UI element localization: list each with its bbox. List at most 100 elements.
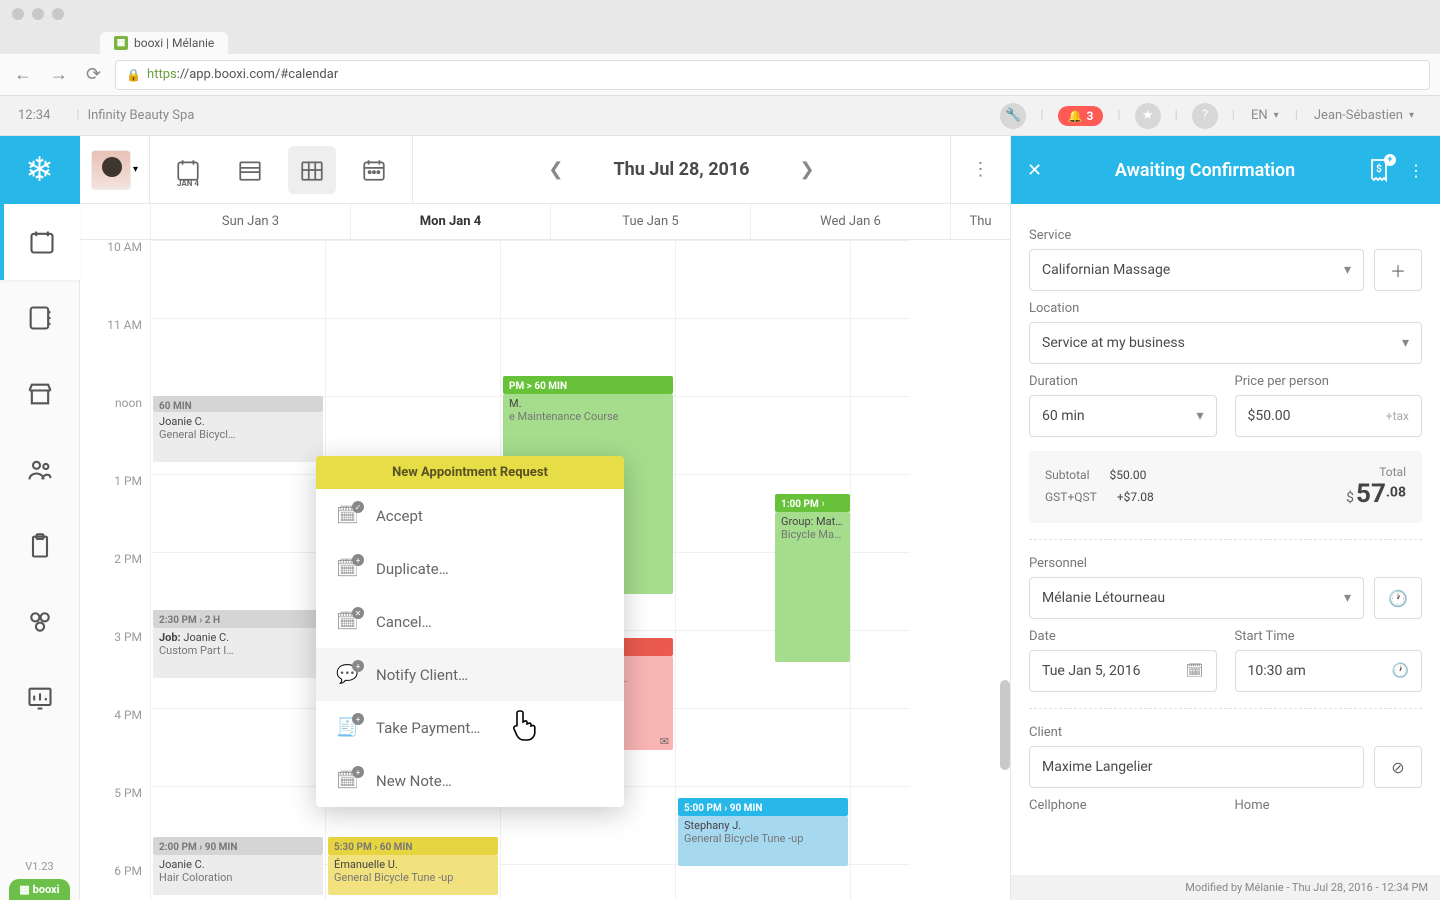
new-receipt-button[interactable]: $ +	[1368, 158, 1390, 182]
window-min[interactable]	[32, 8, 44, 20]
duration-select[interactable]: 60 min▾	[1029, 395, 1217, 437]
event-item[interactable]: 2:30 PM › 2 H	[153, 610, 323, 628]
event-item[interactable]: Stephany J.General Bicycle Tune -up	[678, 816, 848, 866]
ctx-accept[interactable]: 🗓✓Accept	[316, 489, 624, 542]
day-column[interactable]: 60 MIN Joanie C.General Bicycl… 2:30 PM …	[150, 240, 325, 900]
business-name[interactable]: Infinity Beauty Spa	[88, 108, 195, 123]
client-input[interactable]: Maxime Langelier	[1029, 746, 1364, 788]
personnel-schedule-button[interactable]: 🕐	[1374, 577, 1422, 619]
nav-store[interactable]	[0, 356, 80, 432]
browser-tab[interactable]: ▦ booxi | Mélanie	[100, 32, 228, 54]
event-item[interactable]: 5:00 PM › 90 MIN	[678, 798, 848, 816]
settings-icon[interactable]: 🔧	[1000, 103, 1026, 129]
chevron-down-icon: ▾	[1402, 335, 1409, 351]
view-day-button[interactable]: JAN 4	[164, 146, 212, 194]
block-client-button[interactable]: ⊘	[1374, 746, 1422, 788]
price-input[interactable]: $50.00+tax	[1235, 395, 1423, 437]
duplicate-icon: 🗓+	[336, 558, 358, 579]
start-time-input[interactable]: 10:30 am🕐	[1235, 650, 1423, 692]
clock-icon: 🕐	[1392, 663, 1409, 679]
context-menu: New Appointment Request 🗓✓Accept 🗓+Dupli…	[316, 456, 624, 807]
chevron-down-icon: ▾	[1344, 590, 1351, 606]
day-column[interactable]: 1:00 PM › Group: Mat…Bicycle Ma… 5:00 PM…	[675, 240, 850, 900]
label-personnel: Personnel	[1029, 556, 1422, 571]
calendar-icon: 🗓	[1186, 663, 1204, 679]
event-item[interactable]: 60 MIN	[153, 396, 323, 412]
language-select[interactable]: EN▾	[1251, 108, 1279, 123]
date-title[interactable]: Thu Jul 28, 2016	[613, 159, 749, 180]
ctx-payment[interactable]: 🧾+Take Payment…	[316, 701, 624, 754]
day-header-row: Sun Jan 3 Mon Jan 4 Tue Jan 5 Wed Jan 6 …	[80, 204, 1010, 240]
reload-icon[interactable]: ⟳	[82, 60, 105, 89]
bell-icon: 🔔	[1068, 109, 1083, 123]
chevron-down-icon: ▾	[1344, 262, 1351, 278]
help-icon[interactable]: ?	[1192, 103, 1218, 129]
panel-more-icon[interactable]: ⋮	[1408, 161, 1424, 180]
date-input[interactable]: Tue Jan 5, 2016🗓	[1029, 650, 1217, 692]
nav-services[interactable]	[0, 584, 80, 660]
notif-count: 3	[1087, 109, 1094, 123]
nav-staff[interactable]	[0, 432, 80, 508]
view-week-button[interactable]	[288, 146, 336, 194]
day-column[interactable]	[850, 240, 910, 900]
event-item[interactable]: 1:00 PM ›	[775, 494, 850, 512]
nav-clipboard[interactable]	[0, 508, 80, 584]
day-header[interactable]: Thu	[950, 204, 1010, 239]
event-item[interactable]: Job: Joanie C.Custom Part I…	[153, 628, 323, 678]
next-button[interactable]: ❯	[790, 149, 825, 190]
block-icon: ⊘	[1391, 758, 1404, 777]
close-icon[interactable]: ✕	[1027, 160, 1042, 181]
time-gutter: 10 AM11 AMnoon 1 PM2 PM3 PM 4 PM5 PM6 PM	[80, 240, 150, 900]
label-service: Service	[1029, 228, 1422, 243]
notifications-button[interactable]: 🔔 3	[1058, 106, 1104, 126]
user-menu[interactable]: Jean-Sébastien▾	[1314, 108, 1414, 123]
address-bar[interactable]: 🔒 https://app.booxi.com/#calendar	[115, 60, 1430, 90]
day-header[interactable]: Tue Jan 5	[550, 204, 750, 239]
url-protocol: https	[147, 67, 177, 82]
nav-calendar[interactable]	[0, 204, 80, 280]
panel-header: ✕ Awaiting Confirmation $ + ⋮	[1011, 136, 1440, 204]
add-service-button[interactable]: ＋	[1374, 249, 1422, 291]
label-client: Client	[1029, 725, 1422, 740]
prev-button[interactable]: ❮	[538, 149, 573, 190]
label-price: Price per person	[1235, 374, 1423, 389]
personnel-select[interactable]: Mélanie Létourneau▾	[1029, 577, 1364, 619]
window-max[interactable]	[52, 8, 64, 20]
label-location: Location	[1029, 301, 1422, 316]
window-close[interactable]	[12, 8, 24, 20]
toolbar-more-icon[interactable]: ⋮	[950, 136, 1010, 203]
ctx-notify[interactable]: 💬+Notify Client…	[316, 648, 624, 701]
event-item[interactable]: Joanie C.Hair Coloration	[153, 855, 323, 895]
star-icon[interactable]: ★	[1135, 103, 1161, 129]
event-item[interactable]: 2:00 PM › 90 MIN	[153, 837, 323, 855]
event-item[interactable]: Group: Mat…Bicycle Ma…	[775, 512, 850, 662]
service-select[interactable]: Californian Massage▾	[1029, 249, 1364, 291]
totals-box: Subtotal$50.00 GST+QST+$7.08 Total $57.0…	[1029, 451, 1422, 523]
view-list-button[interactable]	[226, 146, 274, 194]
back-icon[interactable]: ←	[10, 60, 36, 89]
tab-bar: ▦ booxi | Mélanie	[0, 28, 1440, 54]
ctx-cancel[interactable]: 🗓✕Cancel…	[316, 595, 624, 648]
day-header[interactable]: Wed Jan 6	[750, 204, 950, 239]
ctx-note[interactable]: 🗓+New Note…	[316, 754, 624, 807]
calendar-x-icon: 🗓✕	[336, 611, 358, 632]
event-item[interactable]: 5:30 PM › 60 MIN	[328, 837, 498, 855]
details-panel: ✕ Awaiting Confirmation $ + ⋮ Service Ca…	[1010, 136, 1440, 900]
event-item[interactable]: PM > 60 MIN	[503, 376, 673, 394]
day-header[interactable]: Mon Jan 4	[350, 204, 550, 239]
scrollbar-thumb[interactable]	[1000, 680, 1010, 770]
view-month-button[interactable]	[350, 146, 398, 194]
nav-contacts[interactable]	[0, 280, 80, 356]
event-item[interactable]: Joanie C.General Bicycl…	[153, 412, 323, 462]
forward-icon[interactable]: →	[46, 60, 72, 89]
ctx-duplicate[interactable]: 🗓+Duplicate…	[316, 542, 624, 595]
day-header[interactable]: Sun Jan 3	[150, 204, 350, 239]
label-home: Home	[1235, 798, 1423, 813]
svg-text:$: $	[1376, 162, 1382, 175]
logo-icon[interactable]: ❄	[0, 136, 80, 204]
staff-picker[interactable]: ▾	[80, 136, 150, 203]
event-item[interactable]: Émanuelle U.General Bicycle Tune -up	[328, 855, 498, 895]
location-select[interactable]: Service at my business▾	[1029, 322, 1422, 364]
nav-reports[interactable]	[0, 660, 80, 736]
booxi-badge[interactable]: ▦ booxi	[9, 879, 69, 900]
